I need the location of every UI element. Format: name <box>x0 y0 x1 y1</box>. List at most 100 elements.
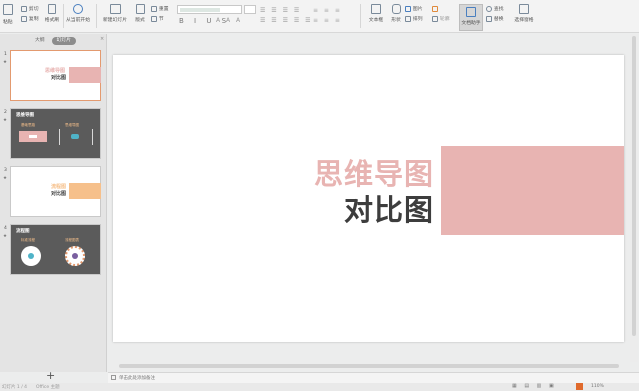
new-slide-button[interactable]: 新建幻灯片 <box>101 4 129 23</box>
fill-icon <box>432 5 438 12</box>
thumb-title: 流程图 <box>16 229 30 234</box>
outline-button[interactable]: 轮廓 <box>432 15 450 22</box>
slideshow-icon[interactable] <box>576 383 583 390</box>
cut-label: 剪切 <box>28 7 39 12</box>
notes-placeholder: 单击此处添加备注 <box>119 376 155 381</box>
thumb-title-orange: 流程图 <box>51 184 67 190</box>
notes-icon <box>111 375 116 380</box>
shape-label: 形状 <box>391 18 401 23</box>
thumb-left-label: 基础思路 <box>21 123 35 127</box>
slide-canvas[interactable]: 思维导图 对比图 <box>113 55 624 342</box>
search-icon <box>486 5 492 12</box>
from-start-label: 从当前开始 <box>66 18 90 23</box>
copy-icon <box>21 15 27 22</box>
font-size-input[interactable] <box>244 5 256 14</box>
animation-star-icon: ★ <box>3 234 8 239</box>
close-panel-icon[interactable]: × <box>100 36 104 42</box>
shape-icon <box>391 4 401 14</box>
format-painter-label: 格式刷 <box>44 18 60 23</box>
view-buttons[interactable]: ▦ ▤ ▥ ▣ <box>512 383 557 389</box>
find-button[interactable]: 查找 <box>486 5 504 12</box>
fill-button[interactable] <box>432 5 438 12</box>
format-painter-button[interactable]: 格式刷 <box>44 4 60 23</box>
scissors-icon <box>21 5 27 12</box>
shape-button[interactable]: 形状 <box>389 4 403 23</box>
animation-star-icon: ★ <box>3 118 8 123</box>
section-icon <box>151 15 157 22</box>
slide-thumb-2[interactable]: 思维导图 基础思路 思维导图 <box>10 108 101 159</box>
section-label: 节 <box>158 17 164 22</box>
replace-label: 替换 <box>493 17 504 22</box>
layout-label: 版式 <box>135 18 145 23</box>
vertical-scrollbar[interactable] <box>630 34 638 362</box>
new-slide-icon <box>109 4 121 14</box>
picture-button[interactable]: 图片 <box>405 5 423 12</box>
thumb-right-label: 流程图表 <box>65 238 79 242</box>
outline-label: 轮廓 <box>439 17 450 22</box>
font-color-buttons[interactable]: A A A <box>216 17 242 24</box>
section-button[interactable]: 节 <box>151 15 164 22</box>
slide-info: 幻灯片 1 / 4 <box>2 385 28 390</box>
horizontal-scrollbar[interactable] <box>113 363 633 369</box>
reset-label: 重置 <box>158 7 169 12</box>
textbox-icon <box>371 4 381 14</box>
select-pane-icon <box>519 4 529 14</box>
replace-icon <box>486 15 492 22</box>
brush-icon <box>48 4 56 14</box>
theme-name: Office 主题 <box>36 385 60 390</box>
from-start-button[interactable]: 从当前开始 <box>66 4 90 23</box>
picture-label: 图片 <box>412 7 423 12</box>
panel-tabs: 大纲 幻灯片 <box>30 36 76 45</box>
picture-icon <box>405 5 411 12</box>
new-slide-label: 新建幻灯片 <box>103 18 127 23</box>
slide-thumb-3[interactable]: 流程图 对比图 <box>10 166 101 217</box>
copy-button[interactable]: 复制 <box>21 15 39 22</box>
thumb-right-label: 思维导图 <box>65 123 79 127</box>
arrange-button[interactable]: 排列 <box>405 15 423 22</box>
select-pane-label: 选择窗格 <box>514 18 534 23</box>
slide-thumb-1[interactable]: 思维导图 对比图 <box>10 50 101 101</box>
assistant-icon <box>466 7 476 17</box>
find-label: 查找 <box>493 7 504 12</box>
list-buttons[interactable]: ☰ ☰ ☰ ☰ <box>260 7 301 14</box>
accent-block <box>441 146 624 235</box>
animation-star-icon: ★ <box>3 176 8 181</box>
align-buttons[interactable]: ☰ ☰ ☰ ☰ ☰ <box>260 17 313 24</box>
tab-outline[interactable]: 大纲 <box>30 37 50 45</box>
add-slide-button[interactable]: + <box>46 369 55 382</box>
slide-thumb-4[interactable]: 流程图 标准流程 流程图表 <box>10 224 101 275</box>
cut-button[interactable]: 剪切 <box>21 5 39 12</box>
doc-assistant-button[interactable]: 文档助手 <box>459 4 483 31</box>
outline-icon <box>432 15 438 22</box>
font-name-input[interactable] <box>177 5 242 14</box>
paragraph-buttons[interactable]: ≡ ≡ ≡ <box>313 7 342 14</box>
select-pane-button[interactable]: 选择窗格 <box>512 4 536 23</box>
layout-button[interactable]: 版式 <box>134 4 146 23</box>
textbox-button[interactable]: 文本框 <box>366 4 386 23</box>
tab-slides[interactable]: 幻灯片 <box>51 37 76 45</box>
thumb-title-pink: 思维导图 <box>45 68 66 74</box>
paste-button[interactable]: 粘贴 <box>3 4 17 25</box>
slide-number: 2 <box>4 110 7 115</box>
notes-pane[interactable]: 单击此处添加备注 <box>108 372 639 383</box>
indent-buttons[interactable]: ≡ ≡ ≡ <box>313 17 342 24</box>
paste-icon <box>3 4 13 15</box>
thumb-title-dark: 对比图 <box>51 75 67 81</box>
ribbon-toolbar: 粘贴 剪切 复制 格式刷 从当前开始 新建幻灯片 版式 重置 节 B I U S… <box>0 0 639 33</box>
reset-icon <box>151 5 157 12</box>
slide-number: 3 <box>4 168 7 173</box>
slide-title-line2[interactable]: 对比图 <box>344 187 434 229</box>
copy-label: 复制 <box>28 17 39 22</box>
arrange-label: 排列 <box>412 17 423 22</box>
replace-button[interactable]: 替换 <box>486 15 504 22</box>
doc-assistant-label: 文档助手 <box>461 21 481 26</box>
zoom-level[interactable]: 110% <box>591 384 604 389</box>
thumb-left-label: 标准流程 <box>21 238 35 242</box>
thumb-title: 思维导图 <box>16 113 34 118</box>
slide-number: 4 <box>4 226 7 231</box>
status-bar: 幻灯片 1 / 4 Office 主题 ▦ ▤ ▥ ▣ 110% <box>0 383 639 391</box>
reset-button[interactable]: 重置 <box>151 5 169 12</box>
slide-number: 1 <box>4 52 7 57</box>
arrange-icon <box>405 15 411 22</box>
thumb-title-dark: 对比图 <box>51 191 67 197</box>
